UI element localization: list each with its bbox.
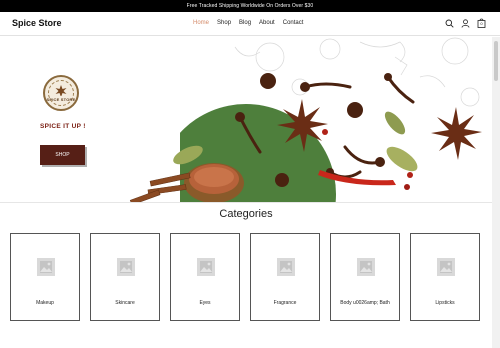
- hero-spices-illustration: [129, 37, 482, 202]
- cart-count: 0: [480, 21, 483, 26]
- nav-about[interactable]: About: [259, 20, 275, 26]
- brand-badge: SPICE STORE: [43, 75, 79, 111]
- image-placeholder-icon: [37, 258, 55, 276]
- category-card-fragrance[interactable]: Fragrance: [250, 233, 320, 321]
- hero-banner: SPICE STORE SPICE IT UP ! SHOP: [0, 37, 492, 202]
- category-label: Body u0026amp; Bath: [340, 300, 390, 306]
- header-icons: 0: [445, 18, 486, 28]
- nav-home[interactable]: Home: [193, 20, 209, 26]
- image-placeholder-icon: [117, 258, 135, 276]
- nav-contact[interactable]: Contact: [283, 20, 304, 26]
- category-label: Fragrance: [273, 300, 297, 306]
- categories-title: Categories: [219, 208, 273, 220]
- category-label: Eyes: [199, 300, 211, 306]
- badge-text: SPICE STORE: [46, 96, 76, 102]
- cart-icon[interactable]: 0: [477, 18, 486, 28]
- account-icon[interactable]: [461, 18, 470, 28]
- section-divider: [0, 202, 492, 203]
- announcement-bar: Free Tracked Shipping Worldwide On Order…: [0, 0, 500, 12]
- category-card-makeup[interactable]: Makeup: [10, 233, 80, 321]
- hero-tagline: SPICE IT UP !: [40, 123, 86, 130]
- image-placeholder-icon: [197, 258, 215, 276]
- category-label: Lipsticks: [435, 300, 455, 306]
- site-logo[interactable]: Spice Store: [12, 18, 62, 28]
- category-label: Makeup: [36, 300, 54, 306]
- anise-emblem-icon: [55, 85, 67, 96]
- nav-blog[interactable]: Blog: [239, 20, 251, 26]
- main-nav: Home Shop Blog About Contact: [193, 20, 311, 26]
- image-placeholder-icon: [357, 258, 375, 276]
- shop-button[interactable]: SHOP: [40, 145, 85, 165]
- category-card-skincare[interactable]: Skincare: [90, 233, 160, 321]
- search-icon[interactable]: [445, 18, 454, 28]
- site-header: Spice Store Home Shop Blog About Contact…: [0, 12, 500, 36]
- category-card-eyes[interactable]: Eyes: [170, 233, 240, 321]
- scrollbar-thumb[interactable]: [494, 41, 498, 81]
- category-card-body-bath[interactable]: Body u0026amp; Bath: [330, 233, 400, 321]
- category-grid: Makeup Skincare Eyes Fragrance Body u002…: [10, 233, 482, 321]
- category-label: Skincare: [115, 300, 135, 306]
- image-placeholder-icon: [437, 258, 455, 276]
- category-card-lipsticks[interactable]: Lipsticks: [410, 233, 480, 321]
- announcement-text: Free Tracked Shipping Worldwide On Order…: [186, 3, 314, 9]
- nav-shop[interactable]: Shop: [217, 20, 231, 26]
- image-placeholder-icon: [277, 258, 295, 276]
- page-scrollbar[interactable]: [492, 37, 500, 348]
